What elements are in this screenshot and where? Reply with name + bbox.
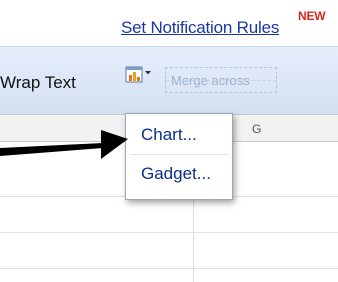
- bar-chart-icon: [125, 66, 151, 83]
- chevron-down-icon: [145, 71, 151, 75]
- menu-item-gadget[interactable]: Gadget...: [129, 159, 227, 189]
- menu-separator: [130, 154, 228, 155]
- notification-bar: Set Notification Rules NEW: [0, 0, 338, 46]
- insert-dropdown-menu: Chart... Gadget...: [125, 113, 233, 200]
- spreadsheet-screen: Set Notification Rules NEW Wrap Text Mer…: [0, 0, 338, 282]
- insert-chart-button[interactable]: [123, 61, 153, 89]
- column-header-g[interactable]: G: [252, 122, 261, 136]
- merge-across-button[interactable]: Merge across: [165, 67, 277, 93]
- toolbar: Wrap Text Merge across: [0, 46, 338, 115]
- set-notification-rules-link[interactable]: Set Notification Rules: [121, 18, 279, 38]
- grid-row-line: [0, 232, 338, 233]
- grid-row-line: [0, 268, 338, 269]
- new-badge: NEW: [298, 9, 326, 23]
- menu-item-chart[interactable]: Chart...: [129, 120, 227, 150]
- wrap-text-button[interactable]: Wrap Text: [0, 73, 76, 93]
